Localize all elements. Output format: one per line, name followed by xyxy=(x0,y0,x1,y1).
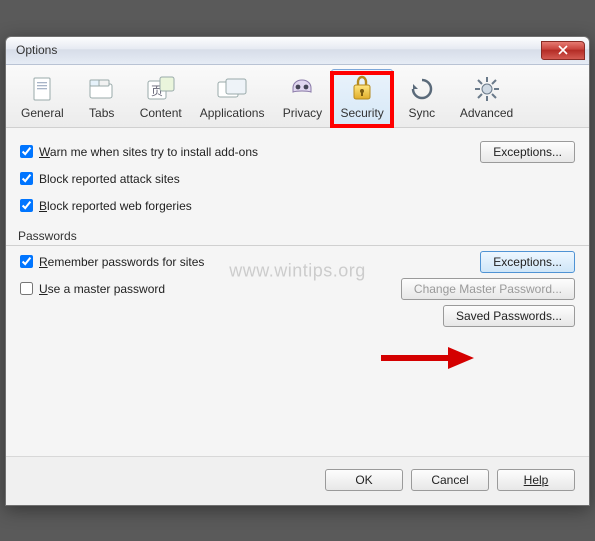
tab-label: Content xyxy=(140,106,182,120)
tab-label: Sync xyxy=(408,106,435,120)
toolbar: General Tabs 页 Content Applications Priv… xyxy=(6,65,589,128)
block-forgeries-checkbox[interactable]: Block reported web forgeries xyxy=(20,199,192,213)
options-window: Options General Tabs 页 Content Applicati… xyxy=(5,36,590,506)
warn-addons-checkbox[interactable]: Warn me when sites try to install add-on… xyxy=(20,145,258,159)
passwords-heading: Passwords xyxy=(18,229,575,243)
block-attack-checkbox[interactable]: Block reported attack sites xyxy=(20,172,180,186)
tab-tabs[interactable]: Tabs xyxy=(73,69,131,127)
content-icon: 页 xyxy=(144,74,178,104)
tab-label: Privacy xyxy=(283,106,322,120)
exceptions-addons-button[interactable]: Exceptions... xyxy=(480,141,575,163)
sync-icon xyxy=(405,74,439,104)
security-content: Warn me when sites try to install add-on… xyxy=(6,128,589,456)
tab-label: Security xyxy=(340,106,383,120)
block-forgeries-label: Block reported web forgeries xyxy=(39,199,192,213)
tab-label: Advanced xyxy=(460,106,513,120)
cancel-button[interactable]: Cancel xyxy=(411,469,489,491)
divider xyxy=(6,245,589,246)
remember-passwords-input[interactable] xyxy=(20,255,33,268)
security-icon xyxy=(345,74,379,104)
tab-label: Tabs xyxy=(89,106,114,120)
tab-sync[interactable]: Sync xyxy=(393,69,451,127)
block-attack-label: Block reported attack sites xyxy=(39,172,180,186)
close-button[interactable] xyxy=(541,41,585,60)
titlebar: Options xyxy=(6,37,589,65)
general-icon xyxy=(25,74,59,104)
master-password-input[interactable] xyxy=(20,282,33,295)
window-title: Options xyxy=(16,43,541,57)
privacy-icon xyxy=(285,74,319,104)
tab-privacy[interactable]: Privacy xyxy=(273,69,331,127)
change-master-password-button: Change Master Password... xyxy=(401,278,575,300)
exceptions-passwords-button[interactable]: Exceptions... xyxy=(480,251,575,273)
block-forgeries-input[interactable] xyxy=(20,199,33,212)
close-icon xyxy=(558,45,568,55)
remember-passwords-label: Remember passwords for sites xyxy=(39,255,204,269)
ok-button[interactable]: OK xyxy=(325,469,403,491)
tab-applications[interactable]: Applications xyxy=(191,69,274,127)
tab-label: Applications xyxy=(200,106,265,120)
block-attack-input[interactable] xyxy=(20,172,33,185)
dialog-footer: OK Cancel Help xyxy=(6,456,589,505)
applications-icon xyxy=(215,74,249,104)
warn-addons-input[interactable] xyxy=(20,145,33,158)
master-password-label: Use a master password xyxy=(39,282,165,296)
help-label: Help xyxy=(524,473,549,487)
advanced-icon xyxy=(470,74,504,104)
tab-security[interactable]: Security xyxy=(331,69,392,127)
tab-general[interactable]: General xyxy=(12,69,73,127)
tabs-icon xyxy=(85,74,119,104)
remember-passwords-checkbox[interactable]: Remember passwords for sites xyxy=(20,255,204,269)
help-button[interactable]: Help xyxy=(497,469,575,491)
tab-advanced[interactable]: Advanced xyxy=(451,69,522,127)
master-password-checkbox[interactable]: Use a master password xyxy=(20,282,165,296)
saved-passwords-button[interactable]: Saved Passwords... xyxy=(443,305,575,327)
tab-content[interactable]: 页 Content xyxy=(131,69,191,127)
tab-label: General xyxy=(21,106,64,120)
warn-addons-label: Warn me when sites try to install add-on… xyxy=(39,145,258,159)
